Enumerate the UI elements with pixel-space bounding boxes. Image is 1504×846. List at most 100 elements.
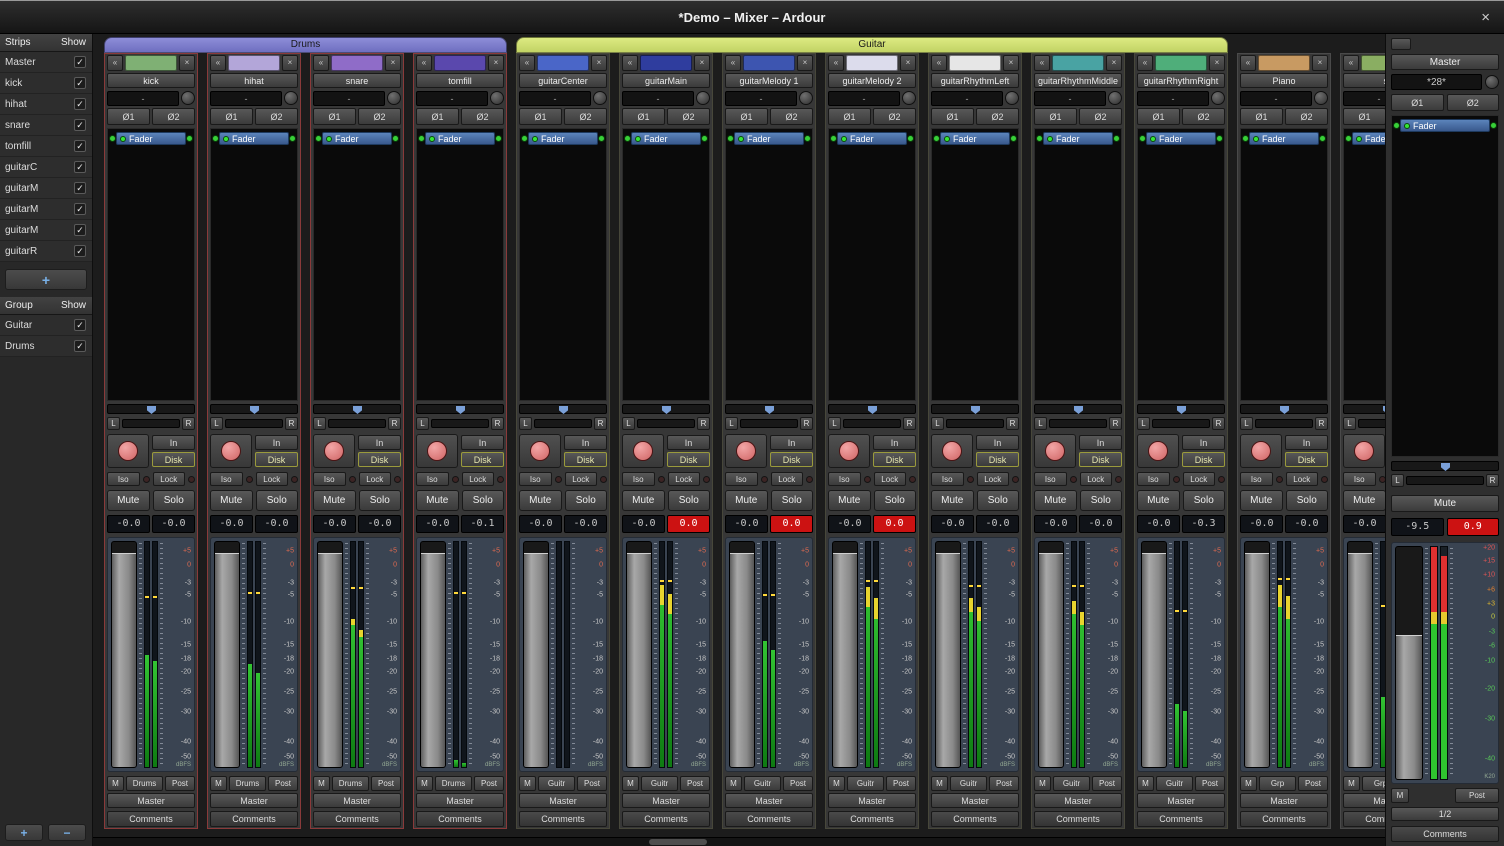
stereo-panner[interactable]: L R	[416, 404, 504, 430]
solo-isolate-button[interactable]: Iso	[1240, 472, 1273, 486]
comments-button[interactable]: Comments	[931, 811, 1019, 827]
processor-box[interactable]: Fader	[313, 128, 401, 401]
stereo-panner[interactable]: L R	[931, 404, 1019, 430]
strip-name-button[interactable]: guitarRhythmLeft	[931, 73, 1019, 88]
mute-button[interactable]: Mute	[1034, 490, 1077, 511]
solo-lock-button[interactable]: Lock	[668, 472, 701, 486]
strip-hide-button[interactable]: «	[210, 55, 226, 71]
mute-button[interactable]: Mute	[416, 490, 459, 511]
strip-name-button[interactable]: st	[1343, 73, 1385, 88]
stereo-panner[interactable]: L R	[210, 404, 298, 430]
gain-fader[interactable]	[317, 541, 343, 768]
record-enable-button[interactable]	[1240, 434, 1282, 468]
group-button[interactable]: Guitr	[744, 776, 781, 791]
phase-1-button[interactable]: Ø1	[519, 108, 562, 125]
solo-isolate-button[interactable]: Iso	[622, 472, 655, 486]
output-button[interactable]: Master	[1343, 793, 1385, 808]
master-processor-active-led[interactable]	[1404, 123, 1410, 129]
meter-point-button[interactable]: Post	[165, 776, 195, 791]
strip-list-item[interactable]: guitarC ✓	[0, 157, 92, 178]
input-monitor-button[interactable]: In	[358, 435, 401, 450]
gain-display[interactable]: -0.0	[1034, 515, 1077, 533]
gain-display[interactable]: -0.0	[1137, 515, 1180, 533]
phase-2-button[interactable]: Ø2	[976, 108, 1019, 125]
record-enable-button[interactable]	[210, 434, 252, 468]
processor-active-led[interactable]	[635, 136, 641, 142]
group-button[interactable]: Guitr	[1053, 776, 1090, 791]
disk-monitor-button[interactable]: Disk	[255, 452, 298, 467]
input-monitor-button[interactable]: In	[152, 435, 195, 450]
solo-isolate-button[interactable]: Iso	[210, 472, 243, 486]
gain-display[interactable]: -0.0	[828, 515, 871, 533]
phase-1-button[interactable]: Ø1	[313, 108, 356, 125]
output-button[interactable]: Master	[931, 793, 1019, 808]
trim-knob[interactable]	[902, 91, 916, 105]
processor-box[interactable]: Fader	[725, 128, 813, 401]
strip-name-button[interactable]: tomfill	[416, 73, 504, 88]
strip-name-button[interactable]: hihat	[210, 73, 298, 88]
pan-width-bar[interactable]	[1255, 419, 1313, 428]
balance-position-marker[interactable]	[1441, 463, 1450, 471]
record-enable-button[interactable]	[519, 434, 561, 468]
record-enable-button[interactable]	[828, 434, 870, 468]
pan-width-bar[interactable]	[1358, 419, 1385, 428]
group-button[interactable]: Drums	[126, 776, 163, 791]
stereo-panner[interactable]: L R	[622, 404, 710, 430]
solo-isolate-button[interactable]: Iso	[725, 472, 758, 486]
gain-fader[interactable]	[420, 541, 446, 768]
metering-button[interactable]: M	[725, 776, 742, 791]
strip-color-bar[interactable]	[1258, 55, 1310, 71]
comments-button[interactable]: Comments	[519, 811, 607, 827]
group-show-checkbox[interactable]: ✓	[74, 340, 86, 352]
gain-fader[interactable]	[1244, 541, 1270, 768]
fader-processor[interactable]: Fader	[940, 132, 1010, 145]
pan-position-marker[interactable]	[971, 406, 980, 414]
strip-hide-button[interactable]: «	[725, 55, 741, 71]
strip-close-button[interactable]: ×	[179, 55, 195, 71]
input-monitor-button[interactable]: In	[1079, 435, 1122, 450]
pan-position-marker[interactable]	[456, 406, 465, 414]
master-input-display[interactable]: *28*	[1391, 74, 1482, 90]
input-monitor-button[interactable]: In	[667, 435, 710, 450]
solo-lock-button[interactable]: Lock	[565, 472, 598, 486]
meter-point-button[interactable]: Post	[577, 776, 607, 791]
input-monitor-button[interactable]: In	[461, 435, 504, 450]
master-mute-button[interactable]: Mute	[1391, 495, 1499, 512]
group-tab[interactable]: Drums	[104, 37, 507, 53]
master-fader-processor[interactable]: Fader	[1400, 119, 1490, 132]
strip-close-button[interactable]: ×	[1209, 55, 1225, 71]
processor-active-led[interactable]	[1356, 136, 1362, 142]
mute-button[interactable]: Mute	[1343, 490, 1385, 511]
gain-display[interactable]: -0.0	[1240, 515, 1283, 533]
solo-button[interactable]: Solo	[668, 490, 711, 511]
fader-processor[interactable]: Fader	[631, 132, 701, 145]
fader-processor[interactable]: Fader	[219, 132, 289, 145]
solo-isolate-button[interactable]: Iso	[519, 472, 552, 486]
strip-hide-button[interactable]: «	[828, 55, 844, 71]
master-peak-display[interactable]: 0.9	[1447, 518, 1500, 536]
mute-button[interactable]: Mute	[931, 490, 974, 511]
meter-point-button[interactable]: Post	[1092, 776, 1122, 791]
solo-button[interactable]: Solo	[874, 490, 917, 511]
disk-monitor-button[interactable]: Disk	[1182, 452, 1225, 467]
group-show-checkbox[interactable]: ✓	[74, 319, 86, 331]
solo-lock-button[interactable]: Lock	[1183, 472, 1216, 486]
strip-name-button[interactable]: guitarMain	[622, 73, 710, 88]
output-button[interactable]: Master	[1137, 793, 1225, 808]
fader-processor[interactable]: Fader	[425, 132, 495, 145]
group-button[interactable]: Guitr	[1156, 776, 1193, 791]
peak-display[interactable]: -0.3	[1182, 515, 1225, 533]
comments-button[interactable]: Comments	[1034, 811, 1122, 827]
master-gain-display[interactable]: -9.5	[1391, 518, 1444, 536]
strip-color-bar[interactable]	[125, 55, 177, 71]
strip-visible-checkbox[interactable]: ✓	[74, 182, 86, 194]
mute-button[interactable]: Mute	[210, 490, 253, 511]
strip-color-bar[interactable]	[846, 55, 898, 71]
pan-width-bar[interactable]	[740, 419, 798, 428]
fader-processor[interactable]: Fader	[116, 132, 186, 145]
group-button[interactable]: Guitr	[847, 776, 884, 791]
master-panel-toggle-button[interactable]	[1391, 38, 1411, 50]
group-button[interactable]: Grp	[1362, 776, 1385, 791]
trim-knob[interactable]	[181, 91, 195, 105]
trim-knob[interactable]	[799, 91, 813, 105]
